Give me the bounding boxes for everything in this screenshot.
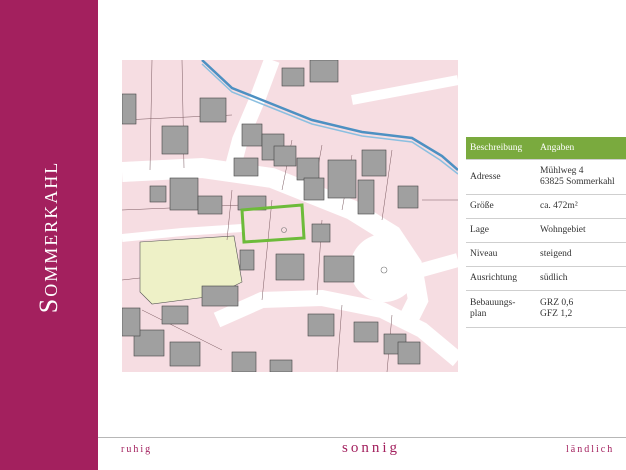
map-road-east	[420, 253, 458, 277]
row-label: Bebauungs- plan	[466, 290, 536, 328]
row-label: Größe	[466, 194, 536, 219]
table-row: Lage Wohngebiet	[466, 218, 626, 243]
row-value: Mühlweg 4 63825 Sommerkahl	[536, 159, 626, 195]
property-info-table: Beschreibung Angaben Adresse Mühlweg 4 6…	[466, 137, 626, 328]
footer-left-word: ruhig	[121, 444, 153, 455]
row-value: GRZ 0,6 GFZ 1,2	[536, 290, 626, 328]
row-label: Adresse	[466, 159, 536, 195]
table-header-details: Angaben	[536, 137, 626, 160]
row-label: Lage	[466, 218, 536, 243]
row-value: ca. 472m²	[536, 194, 626, 219]
footer-divider	[98, 437, 626, 438]
site-map[interactable]	[122, 60, 458, 372]
map-turning-circle	[350, 234, 418, 302]
table-row: Niveau steigend	[466, 242, 626, 267]
address-line: Mühlweg 4	[540, 166, 584, 176]
table-row: Größe ca. 472m²	[466, 194, 626, 219]
label-line: Bebauungs-	[470, 298, 516, 308]
row-value: südlich	[536, 266, 626, 291]
table-header-row: Beschreibung Angaben	[466, 137, 626, 160]
sidebar: Sommerkahl	[0, 0, 98, 470]
row-label: Ausrichtung	[466, 266, 536, 291]
address-line: 63825 Sommerkahl	[540, 177, 615, 187]
table-row: Bebauungs- plan GRZ 0,6 GFZ 1,2	[466, 290, 626, 328]
table-header-description: Beschreibung	[466, 137, 536, 160]
table-row: Adresse Mühlweg 4 63825 Sommerkahl	[466, 159, 626, 195]
site-map-drawing	[122, 60, 458, 372]
row-value: steigend	[536, 242, 626, 267]
label-line: plan	[470, 309, 487, 319]
footer-right-word: ländlich	[566, 444, 615, 455]
footer-center-word: sonnig	[342, 440, 401, 456]
value-line: GFZ 1,2	[540, 309, 573, 319]
sidebar-title: Sommerkahl	[34, 160, 63, 314]
row-value: Wohngebiet	[536, 218, 626, 243]
value-line: GRZ 0,6	[540, 298, 574, 308]
table-row: Ausrichtung südlich	[466, 266, 626, 291]
row-label: Niveau	[466, 242, 536, 267]
